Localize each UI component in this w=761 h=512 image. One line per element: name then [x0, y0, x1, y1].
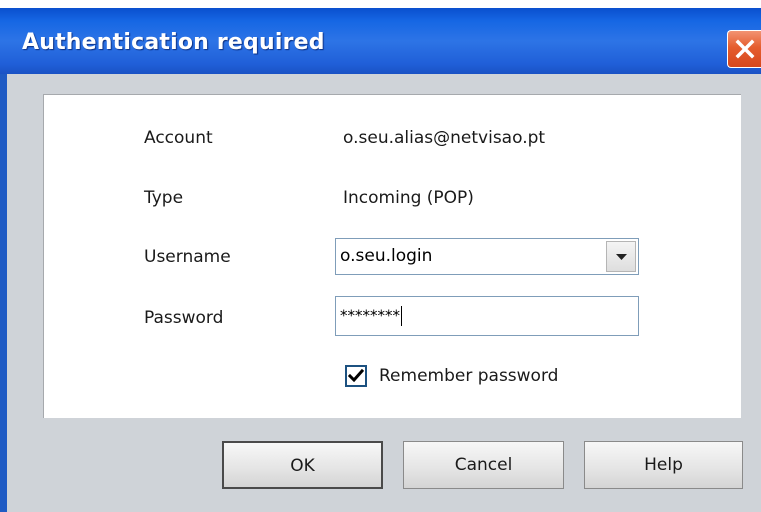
chevron-down-icon	[616, 254, 627, 260]
window-title: Authentication required	[22, 30, 325, 55]
authentication-dialog: Authentication required Account o.seu.al…	[0, 0, 761, 512]
password-label: Password	[144, 308, 224, 328]
checkmark-icon	[348, 368, 364, 383]
ok-button[interactable]: OK	[222, 441, 383, 489]
username-label: Username	[144, 247, 231, 267]
remember-password-label[interactable]: Remember password	[379, 366, 558, 386]
close-button[interactable]	[727, 30, 761, 68]
password-input[interactable]: ********	[340, 306, 402, 326]
username-combobox[interactable]: o.seu.login	[335, 238, 639, 275]
password-mask: ********	[340, 306, 400, 325]
account-label: Account	[144, 128, 213, 148]
username-input[interactable]: o.seu.login	[340, 246, 432, 266]
remember-password-checkbox[interactable]	[345, 365, 367, 387]
title-bar[interactable]: Authentication required	[0, 8, 761, 74]
account-value: o.seu.alias@netvisao.pt	[343, 128, 546, 148]
cancel-button[interactable]: Cancel	[403, 441, 564, 489]
password-field[interactable]: ********	[335, 296, 639, 336]
type-label: Type	[144, 188, 184, 208]
close-icon	[735, 39, 755, 59]
help-button[interactable]: Help	[584, 441, 743, 489]
text-cursor	[401, 306, 402, 326]
type-value: Incoming (POP)	[343, 188, 474, 208]
username-dropdown-button[interactable]	[606, 241, 636, 272]
